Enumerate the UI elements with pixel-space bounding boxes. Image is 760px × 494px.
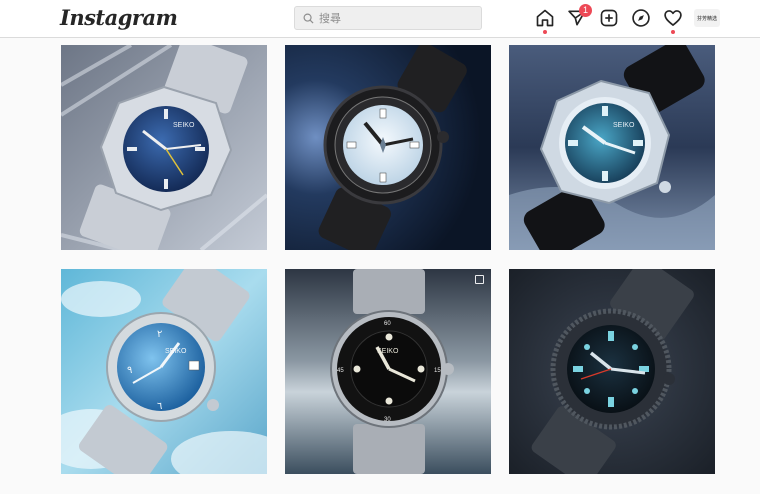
post-image	[285, 45, 491, 250]
multiple-images-icon	[475, 275, 484, 284]
top-navigation-bar: Instagram 1 芬芳精选	[0, 0, 760, 38]
new-post-button[interactable]	[598, 7, 620, 29]
svg-text:30: 30	[384, 417, 391, 423]
direct-button[interactable]: 1	[566, 4, 592, 29]
svg-text:15: 15	[434, 368, 441, 374]
svg-text:٦: ٦	[157, 401, 162, 412]
activity-dot	[671, 30, 675, 34]
post-tile[interactable]: SEIKO	[61, 45, 267, 250]
post-image: 60 15 30 45 SEIKO	[285, 269, 491, 474]
search-input[interactable]	[319, 11, 469, 25]
post-image: SEIKO	[61, 45, 267, 250]
profile-avatar[interactable]: 芬芳精选	[694, 9, 720, 27]
new-post-icon	[600, 9, 618, 27]
svg-text:٢: ٢	[157, 329, 162, 340]
activity-button[interactable]	[662, 7, 684, 34]
post-brand-text: SEIKO	[377, 348, 399, 355]
svg-text:45: 45	[337, 368, 344, 374]
post-tile[interactable]: ٢ ٩ ٦ SEIKO	[61, 269, 267, 474]
svg-text:٩: ٩	[127, 365, 132, 376]
direct-badge: 1	[579, 4, 592, 17]
post-brand-text: SEIKO	[173, 122, 195, 129]
explore-button[interactable]	[630, 7, 652, 29]
post-tile[interactable]: SEIKO	[509, 45, 715, 250]
post-image: ٢ ٩ ٦ SEIKO	[61, 269, 267, 474]
explore-icon	[632, 9, 650, 27]
home-button[interactable]	[534, 7, 556, 34]
post-brand-text: SEIKO	[613, 122, 635, 129]
search-icon	[303, 13, 314, 24]
post-tile[interactable]	[285, 45, 491, 250]
svg-text:60: 60	[384, 321, 391, 327]
activity-icon	[664, 10, 682, 26]
home-icon	[536, 9, 554, 27]
home-active-dot	[543, 30, 547, 34]
search-box[interactable]	[294, 6, 482, 30]
post-brand-text: SEIKO	[165, 348, 187, 355]
post-image	[509, 269, 715, 474]
post-tile[interactable]	[509, 269, 715, 474]
post-tile[interactable]: 60 15 30 45 SEIKO	[285, 269, 491, 474]
instagram-logo[interactable]: Instagram	[60, 5, 178, 30]
post-image: SEIKO	[509, 45, 715, 250]
